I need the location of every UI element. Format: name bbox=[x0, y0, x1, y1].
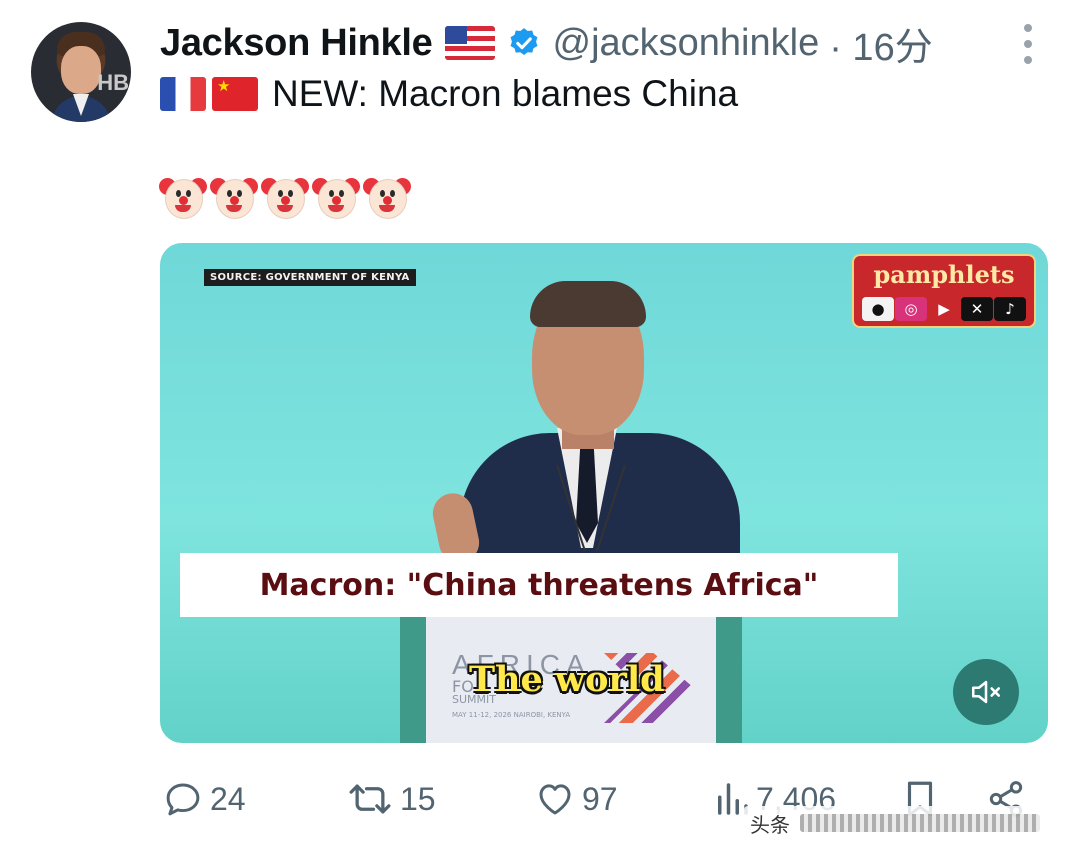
verified-badge-icon[interactable] bbox=[507, 26, 541, 60]
tweet-text: NEW: Macron blames China bbox=[272, 73, 739, 114]
reddit-icon: ● bbox=[862, 297, 894, 321]
retweet-button[interactable]: 15 bbox=[346, 776, 436, 822]
tweet-text-line: ★ NEW: Macron blames China bbox=[160, 70, 738, 118]
source-watermark: 头条 bbox=[744, 806, 1064, 840]
clown-face-icon bbox=[363, 174, 411, 220]
video-source-label: SOURCE: GOVERNMENT OF KENYA bbox=[204, 269, 416, 286]
avatar-background-text: HB bbox=[97, 70, 129, 95]
author-name[interactable]: Jackson Hinkle bbox=[160, 22, 433, 65]
clown-face-icon bbox=[210, 174, 258, 220]
retweet-count: 15 bbox=[400, 780, 436, 817]
clown-face-icon bbox=[159, 174, 207, 220]
author-avatar[interactable]: HB bbox=[31, 22, 131, 122]
more-options-icon[interactable] bbox=[1018, 24, 1038, 64]
reply-count: 24 bbox=[210, 780, 246, 817]
caption-text: Macron: "China threatens Africa" bbox=[259, 567, 819, 603]
us-flag-icon bbox=[444, 26, 495, 60]
pamphlets-brand-badge: pamphlets ● ◎ ▶ ✕ ♪ bbox=[852, 254, 1036, 328]
reply-icon bbox=[166, 783, 200, 816]
france-flag-icon bbox=[160, 77, 206, 111]
x-icon: ✕ bbox=[961, 297, 993, 321]
reply-button[interactable]: 24 bbox=[162, 776, 246, 822]
heart-icon bbox=[539, 784, 571, 815]
tweet-header: Jackson Hinkle @jacksonhinkle · 16分 bbox=[160, 16, 933, 71]
video-player[interactable]: SOURCE: GOVERNMENT OF KENYA AFRICA FO SU… bbox=[160, 243, 1048, 743]
retweet-icon bbox=[349, 784, 391, 814]
tweet-time[interactable]: · 16分 bbox=[829, 16, 932, 71]
brand-name: pamphlets bbox=[873, 260, 1015, 289]
watermark-blurred-name bbox=[800, 814, 1040, 832]
like-count: 97 bbox=[582, 780, 618, 817]
watermark-text: 头条 bbox=[750, 812, 790, 837]
instagram-icon: ◎ bbox=[895, 297, 927, 321]
video-subtitle: The world bbox=[469, 659, 665, 700]
caption-banner: Macron: "China threatens Africa" bbox=[180, 553, 898, 617]
clown-face-icon bbox=[261, 174, 309, 220]
tiktok-icon: ♪ bbox=[994, 297, 1026, 321]
clown-face-icon bbox=[312, 174, 360, 220]
podium-date: MAY 11-12, 2026 NAIROBI, KENYA bbox=[452, 711, 571, 719]
youtube-icon: ▶ bbox=[928, 297, 960, 321]
author-handle[interactable]: @jacksonhinkle bbox=[553, 22, 820, 65]
mute-toggle-icon[interactable] bbox=[953, 659, 1019, 725]
clown-emoji-row bbox=[159, 174, 411, 220]
china-flag-icon: ★ bbox=[212, 77, 258, 111]
like-button[interactable]: 97 bbox=[534, 776, 618, 822]
